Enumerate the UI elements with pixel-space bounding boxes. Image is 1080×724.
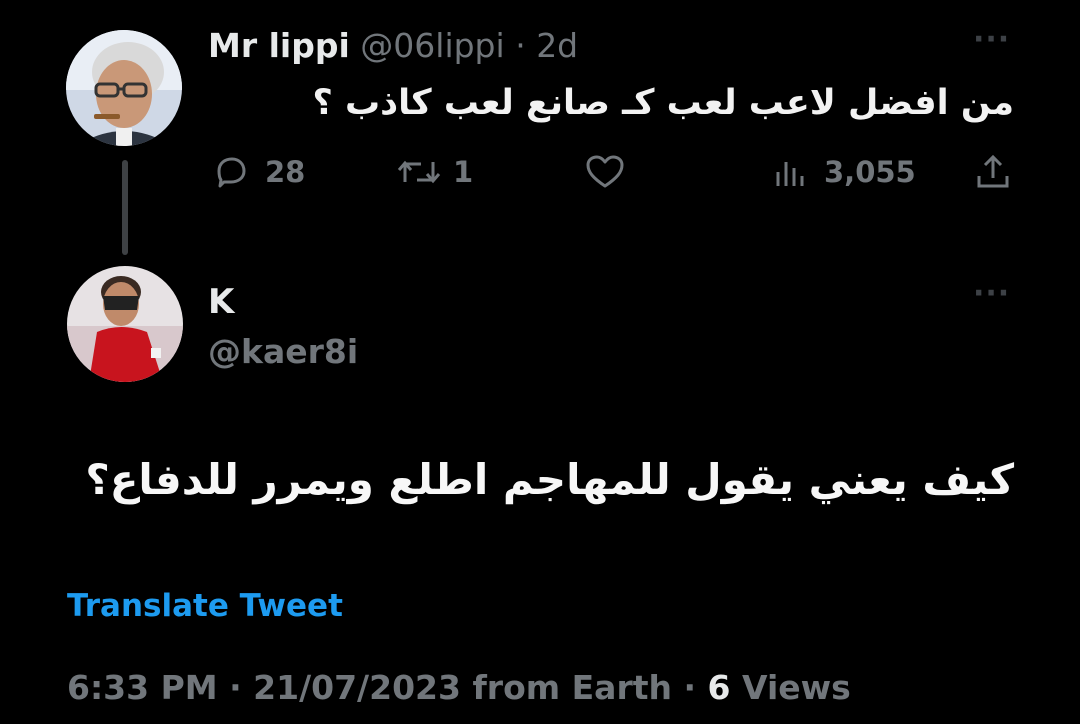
parent-tweet-text: من افضل لاعب لعب كـ صانع لعب كاذب ؟ <box>312 83 1014 123</box>
comment-bubble-icon <box>217 157 246 188</box>
tweet-time[interactable]: 6:33 PM <box>67 668 218 707</box>
bar-chart-icon <box>776 162 804 186</box>
avatar-k[interactable] <box>67 266 183 382</box>
reply-display-name[interactable]: K <box>208 280 234 324</box>
reply-handle[interactable]: @kaer8i <box>208 330 358 374</box>
more-options-icon[interactable]: ··· <box>973 25 1010 55</box>
meta-separator: · <box>683 668 697 707</box>
share-upload-icon <box>977 154 1009 188</box>
avatar-image <box>67 266 183 382</box>
heart-icon <box>586 155 624 188</box>
view-count: 3,055 <box>824 155 916 189</box>
tweet-meta-line: 6:33 PM · 21/07/2023 from Earth · 6 View… <box>67 666 851 710</box>
like-button[interactable] <box>583 152 627 192</box>
reply-button[interactable]: 28 <box>211 152 305 192</box>
tweet-date[interactable]: 21/07/2023 <box>253 668 461 707</box>
views-button[interactable]: 3,055 <box>772 152 916 192</box>
parent-handle[interactable]: @06lippi <box>360 26 504 65</box>
more-options-icon[interactable]: ··· <box>973 279 1010 309</box>
views-label: Views <box>742 668 851 707</box>
avatar-image <box>66 30 182 146</box>
tweet-source: from Earth <box>472 668 672 707</box>
retweet-button[interactable]: 1 <box>395 152 473 192</box>
views-count[interactable]: 6 <box>708 668 731 707</box>
parent-tweet-header: Mr lippi @06lippi · 2d <box>208 24 578 68</box>
reply-count: 28 <box>265 155 306 189</box>
meta-separator: · <box>229 668 242 707</box>
reply-tweet-text: كيف يعني يقول للمهاجم اطلع ويمرر للدفاع؟ <box>85 455 1014 504</box>
parent-tweet-age[interactable]: 2d <box>536 26 578 65</box>
share-button[interactable] <box>973 152 1013 192</box>
header-separator: · <box>515 26 526 65</box>
parent-display-name[interactable]: Mr lippi <box>208 26 350 65</box>
translate-tweet-link[interactable]: Translate Tweet <box>67 586 343 626</box>
retweet-icon <box>397 160 441 184</box>
retweet-count: 1 <box>453 155 474 189</box>
thread-connector-line <box>122 160 128 255</box>
avatar-mr-lippi[interactable] <box>66 30 182 146</box>
